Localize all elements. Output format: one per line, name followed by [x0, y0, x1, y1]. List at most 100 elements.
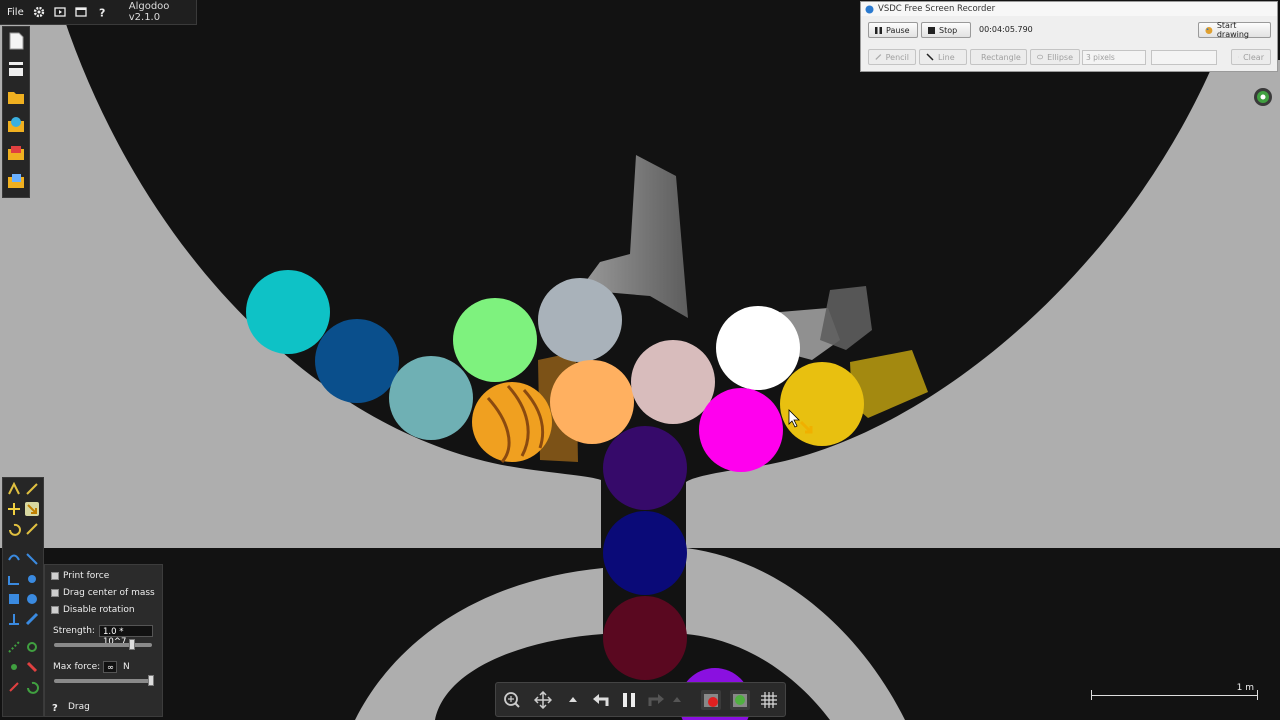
gear-tool-icon[interactable] [25, 572, 39, 586]
ball-magenta[interactable] [699, 388, 783, 472]
ball-maroon[interactable] [603, 596, 687, 680]
rotate-tool-icon[interactable] [7, 522, 21, 536]
grid-toggle-icon[interactable] [759, 690, 779, 710]
ball-silver[interactable] [538, 278, 622, 362]
pause-icon[interactable] [619, 690, 639, 710]
tracer-tool-icon[interactable] [7, 680, 21, 694]
drag-center-of-mass-checkbox[interactable] [51, 589, 59, 597]
circle-tool-icon[interactable] [25, 592, 39, 606]
scale-tool-icon[interactable] [25, 522, 39, 536]
browse-scenes-icon[interactable] [6, 115, 26, 135]
drag-center-of-mass-label: Drag center of mass [63, 588, 155, 598]
settings-gear-icon[interactable] [33, 6, 45, 19]
new-scene-icon[interactable] [6, 31, 26, 51]
max-force-slider[interactable] [54, 675, 154, 686]
print-force-option[interactable]: Print force [51, 571, 109, 581]
pan-icon[interactable] [533, 690, 553, 710]
recording-timer: 00:04:05.790 [979, 25, 1033, 34]
knife-tool-icon[interactable] [25, 552, 39, 566]
rectangle-label: Rectangle [981, 52, 1021, 62]
redo-icon[interactable] [646, 690, 666, 710]
tool-name-label: Drag [68, 702, 90, 712]
help-icon[interactable]: ? [51, 702, 60, 712]
chain-tool-icon[interactable] [7, 640, 21, 654]
rope-tool-icon[interactable] [7, 552, 21, 566]
ellipse-button[interactable]: Ellipse [1030, 49, 1080, 65]
simulation-canvas[interactable] [0, 0, 1280, 720]
pencil-tool-icon[interactable] [25, 612, 39, 626]
ellipse-icon [1037, 54, 1044, 60]
max-force-slider-handle[interactable] [148, 675, 154, 686]
disable-rotation-checkbox[interactable] [51, 606, 59, 614]
open-folder-icon[interactable] [6, 87, 26, 107]
fixate-tool-icon[interactable] [7, 612, 21, 626]
ball-orange-striped[interactable] [472, 382, 552, 463]
line-icon [926, 53, 934, 61]
ball-light-green[interactable] [453, 298, 537, 382]
ball-indigo[interactable] [603, 426, 687, 510]
help-icon[interactable]: ? [96, 6, 108, 19]
print-force-checkbox[interactable] [51, 572, 59, 580]
screen-recorder-window: VSDC Free Screen Recorder Pause Stop 00:… [860, 1, 1278, 72]
max-force-label: Max force: [53, 662, 101, 672]
hinge-tool-icon[interactable] [25, 640, 39, 654]
ball-teal-gray[interactable] [389, 356, 473, 440]
recorder-stop-button[interactable]: Stop [921, 22, 971, 38]
ball-dark-navy[interactable] [603, 511, 687, 595]
zoom-icon[interactable] [502, 690, 522, 710]
ball-navy-blue[interactable] [315, 319, 399, 403]
export-icon[interactable] [6, 171, 26, 191]
disable-rotation-label: Disable rotation [63, 605, 135, 615]
recorder-pause-button[interactable]: Pause [868, 22, 918, 38]
print-force-label: Print force [63, 571, 110, 581]
window-icon[interactable] [75, 6, 87, 19]
scene-player-icon[interactable] [54, 6, 66, 19]
spring-tool-icon[interactable] [7, 660, 21, 674]
disable-rotation-option[interactable]: Disable rotation [51, 605, 135, 615]
brush-tool-icon[interactable] [25, 482, 39, 496]
menu-file[interactable]: File [7, 7, 24, 18]
thickness-select[interactable]: 3 pixels [1082, 50, 1146, 65]
drag-tool-icon[interactable] [25, 502, 39, 516]
pencil-button[interactable]: Pencil [868, 49, 916, 65]
max-force-input[interactable]: ∞ [103, 661, 117, 673]
clear-scene-icon[interactable] [6, 59, 26, 79]
follow-icon[interactable] [1253, 87, 1273, 107]
ball-peach[interactable] [550, 360, 634, 444]
recorder-stop-label: Stop [939, 25, 958, 35]
ball-yellow[interactable] [780, 362, 864, 446]
palette-icon [1205, 26, 1213, 34]
color-select[interactable] [1151, 50, 1217, 65]
thruster-tool-icon[interactable] [25, 660, 39, 674]
ball-white[interactable] [716, 306, 800, 390]
move-tool-icon[interactable] [7, 502, 21, 516]
recorder-pause-label: Pause [886, 25, 910, 35]
sketch-tool-icon[interactable] [7, 482, 21, 496]
drag-center-of-mass-option[interactable]: Drag center of mass [51, 588, 155, 598]
start-drawing-button[interactable]: Start drawing [1198, 21, 1271, 39]
gravity-toggle-icon[interactable] [701, 690, 721, 710]
clear-drawing-button[interactable]: Clear [1231, 49, 1271, 65]
simulation-control-bar [495, 682, 786, 717]
ball-pink-gray[interactable] [631, 340, 715, 424]
redo-dropdown-icon[interactable] [672, 690, 682, 710]
recorder-title: VSDC Free Screen Recorder [878, 4, 996, 14]
pencil-icon [875, 54, 882, 60]
max-force-unit: N [123, 662, 130, 672]
ball-cyan[interactable] [246, 270, 330, 354]
svg-text:?: ? [52, 703, 58, 712]
rectangle-button[interactable]: Rectangle [970, 49, 1027, 65]
undo-icon[interactable] [591, 690, 611, 710]
save-scene-icon[interactable] [6, 143, 26, 163]
box-tool-icon[interactable] [7, 592, 21, 606]
air-friction-toggle-icon[interactable] [730, 690, 750, 710]
line-button[interactable]: Line [919, 49, 967, 65]
laser-tool-icon[interactable] [25, 680, 39, 694]
scale-bar-label: 1 m [1236, 683, 1254, 693]
plane-tool-icon[interactable] [7, 572, 21, 586]
undo-dropdown-icon[interactable] [568, 690, 578, 710]
strength-slider[interactable] [54, 639, 152, 650]
strength-input[interactable]: 1.0 * 10^7 [99, 625, 153, 647]
top-menu-bar: File ? Algodoo v2.1.0 [0, 0, 197, 25]
strength-slider-handle[interactable] [129, 639, 135, 650]
